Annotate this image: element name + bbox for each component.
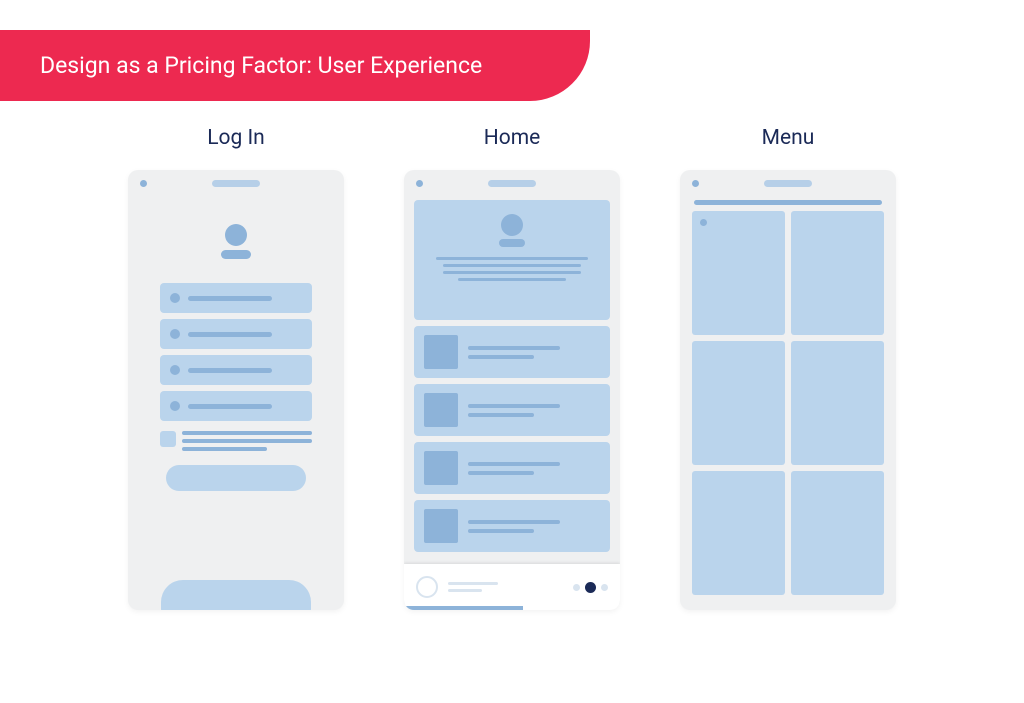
home-phone-mockup (404, 170, 620, 610)
grid-tile (692, 211, 785, 335)
speaker-icon (764, 180, 812, 187)
page-dots (573, 582, 608, 593)
thumbnail-icon (424, 393, 458, 427)
progress-bar (404, 606, 523, 610)
grid-tile (791, 211, 884, 335)
home-column: Home (404, 126, 620, 610)
home-indicator (161, 580, 311, 610)
thumbnail-icon (424, 509, 458, 543)
status-bar (680, 170, 896, 194)
grid-tile (791, 471, 884, 595)
login-inputs (128, 283, 344, 421)
grid-tile (692, 471, 785, 595)
login-label: Log In (207, 126, 265, 150)
camera-icon (692, 180, 699, 187)
menu-phone-mockup (680, 170, 896, 610)
list-item (414, 442, 610, 494)
thumbnail-icon (424, 451, 458, 485)
avatar-icon (501, 214, 523, 236)
login-phone-mockup (128, 170, 344, 610)
speaker-icon (212, 180, 260, 187)
list-item (414, 384, 610, 436)
active-dot-icon (585, 582, 596, 593)
input-placeholder (160, 391, 312, 421)
input-placeholder (160, 319, 312, 349)
speaker-icon (488, 180, 536, 187)
bottom-nav (404, 564, 620, 610)
list-item (414, 500, 610, 552)
menu-label: Menu (762, 126, 815, 150)
login-column: Log In (128, 126, 344, 610)
camera-icon (140, 180, 147, 187)
tile-grid (680, 211, 896, 595)
avatar-icon (128, 224, 344, 259)
menu-column: Menu (680, 126, 896, 610)
list-item (414, 326, 610, 378)
title-banner: Design as a Pricing Factor: User Experie… (0, 30, 590, 101)
input-placeholder (160, 283, 312, 313)
status-bar (404, 170, 620, 194)
home-label: Home (484, 126, 541, 150)
tab-underline (694, 200, 882, 205)
terms-row (160, 431, 312, 451)
grid-tile (791, 341, 884, 465)
banner-title: Design as a Pricing Factor: User Experie… (40, 52, 482, 79)
primary-button-placeholder (166, 465, 306, 491)
checkbox-icon (160, 431, 176, 447)
grid-tile (692, 341, 785, 465)
tile-dot-icon (700, 219, 707, 226)
input-placeholder (160, 355, 312, 385)
hero-card (414, 200, 610, 320)
thumbnail-icon (424, 335, 458, 369)
status-bar (128, 170, 344, 194)
camera-icon (416, 180, 423, 187)
wireframe-row: Log In (0, 126, 1024, 610)
avatar-icon (416, 576, 438, 598)
